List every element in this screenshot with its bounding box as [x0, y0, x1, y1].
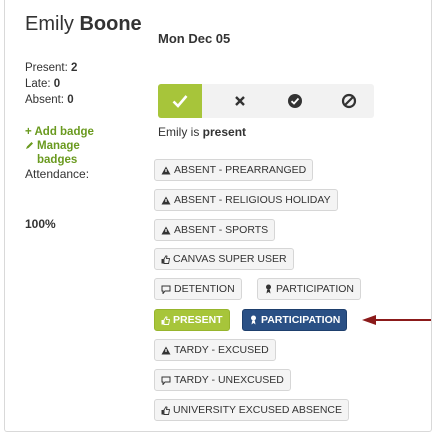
check-icon: [172, 95, 188, 108]
late-stat: Late: 0: [25, 78, 61, 90]
mark-absent-button[interactable]: [220, 84, 260, 118]
warning-icon: [161, 196, 171, 204]
thumbs-up-icon: [161, 405, 170, 415]
attendance-value: 100%: [25, 217, 56, 231]
pencil-icon: [26, 142, 33, 149]
thumbs-up-icon: [161, 254, 170, 264]
badge-canvas-super-user[interactable]: CANVAS SUPER USER: [154, 248, 294, 270]
mark-late-button[interactable]: [275, 84, 315, 118]
badge-present-selected[interactable]: PRESENT: [154, 309, 230, 331]
mark-present-button[interactable]: [158, 84, 202, 118]
thumbs-up-icon: [161, 315, 170, 325]
badge-absent-religious-holiday[interactable]: ABSENT - RELIGIOUS HOLIDAY: [154, 189, 338, 211]
arrow-annotation: [362, 315, 431, 325]
student-first-name: Emily: [25, 13, 74, 35]
comment-icon: [161, 285, 171, 294]
manage-badges-link[interactable]: Manage badges: [25, 139, 107, 167]
warning-icon: [161, 346, 171, 354]
comment-icon: [161, 376, 171, 385]
badge-absent-sports[interactable]: ABSENT - SPORTS: [154, 219, 276, 241]
badge-detention[interactable]: DETENTION: [154, 278, 242, 300]
add-badge-link[interactable]: + Add badge: [25, 125, 107, 139]
badge-participation[interactable]: PARTICIPATION: [257, 278, 361, 300]
student-last-name: Boone: [79, 13, 142, 35]
badge-tardy-unexcused[interactable]: TARDY - UNEXCUSED: [154, 369, 291, 391]
attendance-stats: Present: 2 Late: 0 Absent: 0: [25, 60, 77, 108]
clock-check-icon: [288, 94, 302, 108]
circle-slash-icon: [341, 93, 357, 109]
student-attendance-card: Emily Boone Present: 2 Late: 0 Absent: 0…: [4, 0, 432, 432]
person-icon: [251, 315, 256, 325]
attendance-date: Mon Dec 05: [158, 31, 231, 46]
badge-participation-selected[interactable]: PARTICIPATION: [242, 309, 348, 331]
attendance-status-toggle: [158, 84, 374, 118]
warning-icon: [161, 226, 171, 234]
attendance-status-text: Emily is present: [158, 125, 247, 139]
person-icon: [266, 284, 271, 294]
present-stat: Present: 2: [25, 62, 78, 74]
x-icon: [235, 96, 245, 106]
badge-absent-prearranged[interactable]: ABSENT - PREARRANGED: [154, 159, 314, 181]
badge-links: + Add badge Manage badges: [25, 125, 107, 167]
manage-badges-label: Manage badges: [37, 140, 80, 166]
student-name: Emily Boone: [25, 13, 142, 36]
badge-tardy-excused[interactable]: TARDY - EXCUSED: [154, 339, 276, 361]
warning-icon: [161, 166, 171, 174]
attendance-label: Attendance:: [25, 167, 90, 181]
badge-university-excused-absence[interactable]: UNIVERSITY EXCUSED ABSENCE: [154, 399, 350, 421]
mark-excused-button[interactable]: [329, 84, 369, 118]
absent-stat: Absent: 0: [25, 94, 74, 106]
